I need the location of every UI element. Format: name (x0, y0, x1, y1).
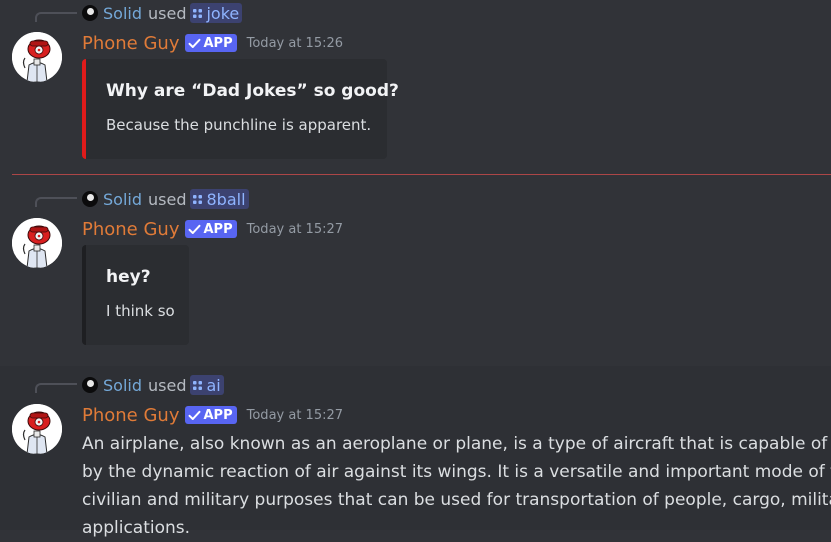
message-header: Phone Guy APP Today at 15:27 (82, 403, 343, 427)
slash-command-chip[interactable]: ai (190, 375, 224, 395)
reply-connector (35, 197, 77, 207)
command-name: 8ball (206, 189, 246, 209)
slash-command-icon (193, 194, 203, 204)
embed-title: Why are “Dad Jokes” so good? (106, 81, 399, 101)
joke-embed: Why are “Dad Jokes” so good? Because the… (82, 59, 399, 159)
timestamp[interactable]: Today at 15:27 (247, 222, 343, 237)
red-telephone-avatar-icon (12, 218, 62, 268)
response-line: applications. (82, 518, 191, 538)
command-reply-line[interactable]: Solid used 8ball (82, 189, 249, 209)
embed-description: I think so (106, 302, 175, 320)
solid-mini-avatar[interactable] (82, 377, 98, 393)
verified-check-icon (188, 38, 200, 48)
username[interactable]: Phone Guy (82, 405, 180, 426)
command-reply-line[interactable]: Solid used ai (82, 375, 224, 395)
command-name: joke (206, 3, 240, 23)
embed-title: hey? (106, 267, 151, 287)
slash-command-icon (193, 380, 203, 390)
reply-username[interactable]: Solid (103, 4, 142, 23)
slash-command-icon (193, 8, 203, 18)
app-badge-label: APP (203, 35, 233, 51)
app-badge: APP (184, 34, 237, 52)
timestamp[interactable]: Today at 15:26 (247, 36, 343, 51)
new-messages-divider (12, 174, 831, 175)
verified-check-icon (188, 224, 200, 234)
message-joke: Solid used joke Phone Guy APP Today at 1… (0, 0, 831, 170)
phone-guy-avatar[interactable] (12, 218, 62, 268)
reply-connector (35, 12, 77, 22)
app-badge: APP (184, 220, 237, 238)
phone-guy-avatar[interactable] (12, 404, 62, 454)
response-line: An airplane, also known as an aeroplane … (82, 434, 831, 454)
slash-command-chip[interactable]: joke (190, 3, 243, 23)
solid-mini-avatar[interactable] (82, 5, 98, 21)
verified-check-icon (188, 410, 200, 420)
reply-used-text: used (148, 3, 187, 23)
reply-used-text: used (148, 189, 187, 209)
app-badge-label: APP (203, 407, 233, 423)
embed-description: Because the punchline is apparent. (106, 116, 372, 134)
username[interactable]: Phone Guy (82, 219, 180, 240)
reply-username[interactable]: Solid (103, 376, 142, 395)
response-line: by the dynamic reaction of air against i… (82, 462, 831, 482)
response-line: civilian and military purposes that can … (82, 490, 831, 510)
message-8ball: Solid used 8ball Phone Guy APP Today at … (0, 180, 831, 366)
phone-guy-avatar[interactable] (12, 32, 62, 82)
solid-mini-avatar[interactable] (82, 191, 98, 207)
red-telephone-avatar-icon (12, 404, 62, 454)
reply-used-text: used (148, 375, 187, 395)
username[interactable]: Phone Guy (82, 33, 180, 54)
ai-response-text: An airplane, also known as an aeroplane … (82, 430, 831, 542)
timestamp[interactable]: Today at 15:27 (247, 408, 343, 423)
command-name: ai (206, 375, 221, 395)
message-header: Phone Guy APP Today at 15:26 (82, 31, 343, 55)
app-badge-label: APP (203, 221, 233, 237)
message-header: Phone Guy APP Today at 15:27 (82, 217, 343, 241)
command-reply-line[interactable]: Solid used joke (82, 3, 243, 23)
reply-connector (35, 383, 77, 393)
app-badge: APP (184, 406, 237, 424)
slash-command-chip[interactable]: 8ball (190, 189, 249, 209)
reply-username[interactable]: Solid (103, 190, 142, 209)
red-telephone-avatar-icon (12, 32, 62, 82)
8ball-embed: hey? I think so (82, 245, 189, 345)
